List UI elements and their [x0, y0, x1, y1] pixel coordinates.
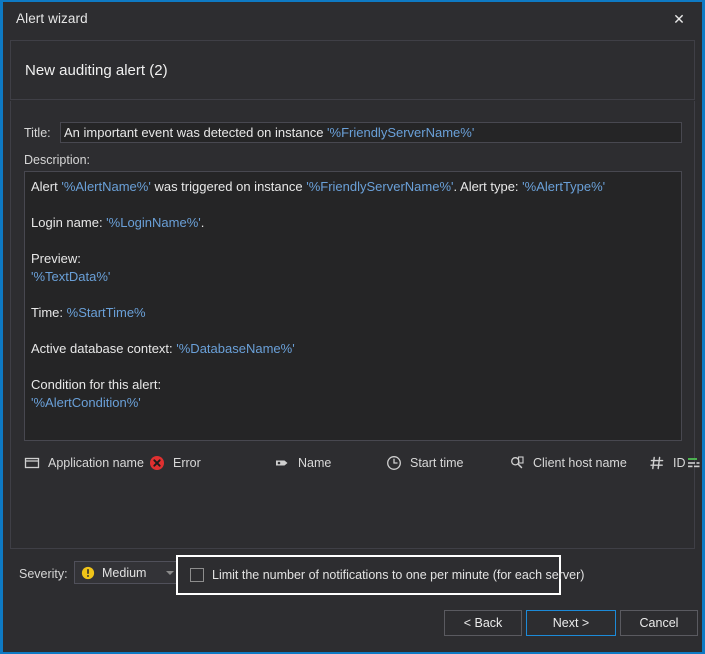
- plain-text: . Alert type:: [453, 179, 523, 194]
- window-icon: [24, 455, 40, 471]
- back-button[interactable]: < Back: [444, 610, 522, 636]
- description-paragraph: Preview: '%TextData%': [31, 250, 675, 286]
- chevron-down-icon: [166, 571, 174, 575]
- template-token: '%FriendlyServerName%': [327, 125, 475, 140]
- token-label: Client host name: [533, 456, 627, 470]
- title-row: Title: An important event was detected o…: [24, 122, 684, 144]
- token-grid: Application name Error Name Start time Clien…: [24, 451, 699, 545]
- description-paragraph: Alert '%AlertName%' was triggered on ins…: [31, 178, 675, 196]
- plain-text: Condition for this alert:: [31, 377, 162, 392]
- error-icon: [149, 455, 165, 471]
- template-token: %StartTime%: [66, 305, 146, 320]
- token-item[interactable]: Application name: [24, 451, 149, 475]
- wizard-header-panel: New auditing alert (2): [10, 40, 695, 100]
- plain-text: Time:: [31, 305, 67, 320]
- token-label: Application name: [48, 456, 144, 470]
- description-paragraph: Time: %StartTime%: [31, 304, 675, 322]
- description-label: Description:: [24, 153, 90, 167]
- description-textarea[interactable]: Alert '%AlertName%' was triggered on ins…: [24, 171, 682, 441]
- window-border-left: [0, 0, 3, 654]
- severity-row: Severity: Medium Limit the number of not…: [10, 555, 695, 597]
- title-input[interactable]: An important event was detected on insta…: [60, 122, 682, 143]
- cancel-button[interactable]: Cancel: [620, 610, 698, 636]
- alert-wizard-window: Alert wizard ✕ New auditing alert (2) Ti…: [0, 0, 705, 654]
- template-token: '%DatabaseName%': [176, 341, 295, 356]
- token-item[interactable]: Object name: [686, 451, 705, 475]
- description-paragraph: Active database context: '%DatabaseName%…: [31, 340, 675, 358]
- plain-text: Active database context:: [31, 341, 177, 356]
- severity-dropdown[interactable]: Medium: [74, 561, 182, 584]
- token-item[interactable]: Client host name: [509, 451, 649, 475]
- window-title: Alert wizard: [16, 11, 88, 26]
- token-label: Start time: [410, 456, 464, 470]
- titlebar: Alert wizard ✕: [3, 2, 702, 36]
- hash-icon: [649, 455, 665, 471]
- title-label: Title:: [24, 126, 51, 140]
- object-lines-icon: [686, 455, 702, 471]
- plain-text: An important event was detected on insta…: [64, 125, 328, 140]
- plain-text: Preview:: [31, 251, 81, 266]
- warning-icon: [80, 565, 96, 581]
- template-token: '%LoginName%': [106, 215, 201, 230]
- wizard-body-panel: Title: An important event was detected o…: [10, 101, 699, 549]
- template-token: '%AlertName%': [61, 179, 151, 194]
- template-token: '%AlertType%': [522, 179, 606, 194]
- close-icon[interactable]: ✕: [656, 2, 702, 36]
- next-button[interactable]: Next >: [526, 610, 616, 636]
- template-token: '%TextData%': [31, 269, 111, 284]
- plain-text: Login name:: [31, 215, 107, 230]
- description-paragraph: Login name: '%LoginName%'.: [31, 214, 675, 232]
- plain-text: Alert: [31, 179, 62, 194]
- token-label: ID: [673, 456, 686, 470]
- plain-text: was triggered on instance: [150, 179, 307, 194]
- token-item[interactable]: Name: [274, 451, 386, 475]
- token-item[interactable]: ID: [649, 451, 686, 475]
- button-bar: < Back Next > Cancel: [10, 610, 698, 640]
- template-token: '%AlertCondition%': [31, 395, 141, 410]
- severity-label: Severity:: [19, 567, 68, 581]
- token-label: Name: [298, 456, 332, 470]
- plain-text: .: [200, 215, 205, 230]
- description-paragraph: Condition for this alert: '%AlertConditi…: [31, 376, 675, 412]
- severity-value: Medium: [102, 565, 147, 580]
- host-search-icon: [509, 455, 525, 471]
- limit-notifications-container[interactable]: Limit the number of notifications to one…: [176, 555, 584, 595]
- clock-icon: [386, 455, 402, 471]
- token-item[interactable]: Start time: [386, 451, 509, 475]
- tag-icon: [274, 455, 290, 471]
- limit-notifications-label: Limit the number of notifications to one…: [212, 568, 585, 582]
- token-label: Error: [173, 456, 201, 470]
- limit-notifications-checkbox[interactable]: [190, 568, 204, 582]
- token-item[interactable]: Error: [149, 451, 274, 475]
- template-token: '%FriendlyServerName%': [306, 179, 454, 194]
- page-title: New auditing alert (2): [25, 62, 168, 79]
